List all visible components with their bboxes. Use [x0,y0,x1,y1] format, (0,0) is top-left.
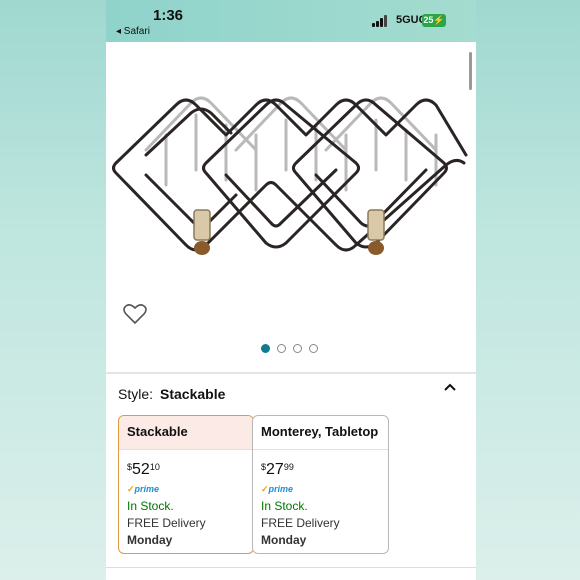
style-option-monterey-tabletop[interactable]: Monterey, Tabletop $2799 ✓prime In Stock… [252,415,389,554]
delivery-prefix: FREE Delivery [261,516,340,530]
image-carousel-dots[interactable] [261,344,323,354]
product-image[interactable] [106,45,476,270]
prime-badge: ✓prime [127,484,160,494]
heart-icon[interactable] [123,303,149,327]
stock-status: In Stock. [127,499,174,513]
delivery-info: FREE Delivery Monday [261,515,387,549]
carousel-dot[interactable] [293,344,302,353]
back-to-safari-link[interactable]: ◂ Safari [116,26,150,37]
chevron-up-icon[interactable] [442,380,458,396]
delivery-day: Monday [261,533,307,547]
option-title: Monterey, Tabletop [253,416,388,450]
background-right [474,0,580,580]
status-time: 1:36 [153,7,184,24]
delivery-prefix: FREE Delivery [127,516,206,530]
prime-badge: ✓prime [261,484,294,494]
wine-rack-illustration [112,96,468,255]
prime-label: prime [134,484,160,494]
status-bar: 1:36 ◂ Safari 5GUC 25⚡ [106,0,476,42]
style-selected-value: Stackable [160,386,226,402]
phone-screen: 1:36 ◂ Safari 5GUC 25⚡ Style: Stackable … [106,0,476,580]
delivery-day: Monday [127,533,173,547]
option-price: $5210 [127,461,160,479]
style-option-stackable[interactable]: Stackable $5210 ✓prime In Stock. FREE De… [118,415,254,554]
price-whole: 27 [266,461,284,478]
price-fraction: 10 [149,462,160,472]
prime-label: prime [268,484,294,494]
section-divider [106,567,476,568]
carousel-dot[interactable] [309,344,318,353]
price-whole: 52 [132,461,150,478]
scrollbar[interactable] [469,52,472,90]
style-label: Style: [118,386,154,402]
carousel-dot[interactable] [261,344,270,353]
stock-status: In Stock. [261,499,308,513]
price-symbol: $ [261,462,267,472]
option-price: $2799 [261,461,294,479]
battery-level: 25 [423,15,434,25]
price-symbol: $ [127,462,133,472]
carousel-dot[interactable] [277,344,286,353]
delivery-info: FREE Delivery Monday [127,515,253,549]
option-title: Stackable [119,416,253,450]
price-fraction: 99 [283,462,294,472]
background-left [0,0,106,580]
battery-icon: 25⚡ [422,14,446,27]
section-divider [106,372,476,374]
signal-icon [372,15,390,27]
